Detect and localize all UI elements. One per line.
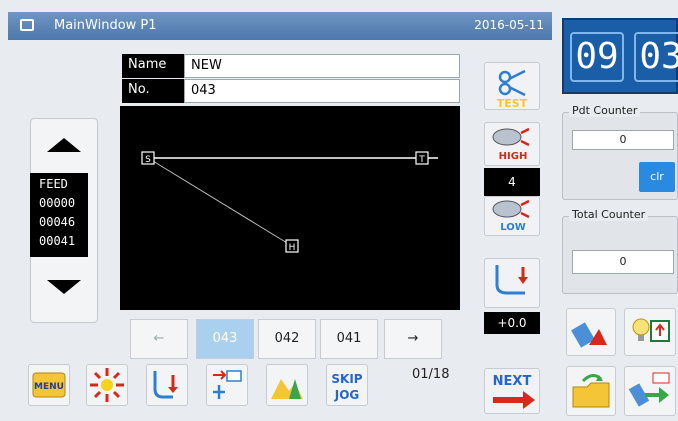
info-button[interactable] <box>624 308 676 356</box>
menu-button[interactable]: MENU <box>28 364 70 406</box>
feed-label: FEED <box>39 177 68 191</box>
offset-adjust-button[interactable] <box>484 258 540 308</box>
low-label: LOW <box>500 222 526 233</box>
feed-value: 00041 <box>39 234 76 248</box>
scissors-icon: TEST <box>497 69 528 110</box>
skip-jog-button[interactable]: SKIP JOG <box>326 364 368 406</box>
number-label: No. <box>122 79 184 103</box>
window-title: MainWindow P1 <box>54 18 157 33</box>
end-point-label: T <box>418 155 425 165</box>
date-display: 2016-05-11 <box>474 18 544 32</box>
next-button[interactable]: NEXT <box>484 368 540 414</box>
feed-display: FEED 00000 00046 00041 <box>30 173 88 257</box>
page-prev-button[interactable]: ← <box>130 319 188 359</box>
window-icon <box>20 19 34 31</box>
open-file-button[interactable] <box>566 366 616 416</box>
feed-value: 00000 <box>39 196 76 210</box>
presser-foot-icon <box>153 371 178 399</box>
pdt-counter-label: Pdt Counter <box>569 104 641 117</box>
high-label: HIGH <box>499 151 528 162</box>
pattern-copy-icon <box>628 372 670 407</box>
pattern-view-icon <box>271 379 303 399</box>
origin-button[interactable] <box>206 364 248 406</box>
move-origin-icon <box>213 370 242 399</box>
pattern-canvas[interactable]: S T H <box>120 106 460 310</box>
speed-high-icon: HIGH <box>492 127 530 162</box>
start-point-label: S <box>145 155 151 165</box>
speed-value: 4 <box>484 168 540 196</box>
total-counter-value: 0 <box>572 250 674 274</box>
total-counter-label: Total Counter <box>569 208 649 221</box>
name-field[interactable]: NEW <box>184 54 460 78</box>
lightbulb-icon <box>632 318 670 342</box>
next-arrow-icon: NEXT <box>493 374 535 409</box>
test-button[interactable]: TEST <box>484 62 540 110</box>
name-label: Name <box>122 54 184 78</box>
speed-low-button[interactable]: LOW <box>484 196 540 236</box>
pattern-view-button[interactable] <box>266 364 308 406</box>
down-arrow-icon[interactable] <box>47 280 81 294</box>
page-next-button[interactable]: → <box>384 319 442 359</box>
thread-trim-button[interactable] <box>146 364 188 406</box>
pattern-item-042[interactable]: 042 <box>258 319 316 359</box>
pdt-counter-value: 0 <box>572 130 674 150</box>
needle-point-label: H <box>289 243 296 253</box>
page-count: 01/18 <box>412 367 450 382</box>
title-bar: MainWindow P1 2016-05-11 <box>8 12 552 40</box>
pattern-item-043[interactable]: 043 <box>196 319 254 359</box>
menu-label: MENU <box>34 382 64 392</box>
light-icon <box>90 368 124 402</box>
clock-hour: 09 <box>570 32 624 82</box>
pattern-drawing: S T H <box>141 151 438 253</box>
menu-icon: MENU <box>32 372 66 398</box>
skip-jog-icon: SKIP JOG <box>331 372 362 402</box>
light-button[interactable] <box>86 364 128 406</box>
clock-minute: 03 <box>634 32 678 82</box>
next-label: NEXT <box>493 374 532 389</box>
offset-value: +0.0 <box>484 312 540 334</box>
clock-display: 09 03 <box>562 18 678 94</box>
skip-label: SKIP <box>331 372 362 386</box>
jog-label: JOG <box>334 388 360 402</box>
up-arrow-icon[interactable] <box>47 138 81 152</box>
feed-value: 00046 <box>39 215 76 229</box>
pattern-item-041[interactable]: 041 <box>320 319 378 359</box>
speed-high-button[interactable]: HIGH <box>484 122 540 166</box>
copy-pattern-button[interactable] <box>624 366 676 416</box>
offset-adjust-icon <box>495 265 528 295</box>
pattern-edit-icon <box>571 322 607 348</box>
number-field[interactable]: 043 <box>184 79 460 103</box>
folder-icon <box>572 374 610 408</box>
test-label: TEST <box>497 97 528 109</box>
clear-counter-button[interactable]: clr <box>639 162 675 192</box>
speed-low-icon: LOW <box>492 199 530 233</box>
jump-line <box>147 157 293 247</box>
pattern-edit-button[interactable] <box>566 308 616 356</box>
main-window: MainWindow P1 2016-05-11 Name NEW No. 04… <box>0 0 678 421</box>
